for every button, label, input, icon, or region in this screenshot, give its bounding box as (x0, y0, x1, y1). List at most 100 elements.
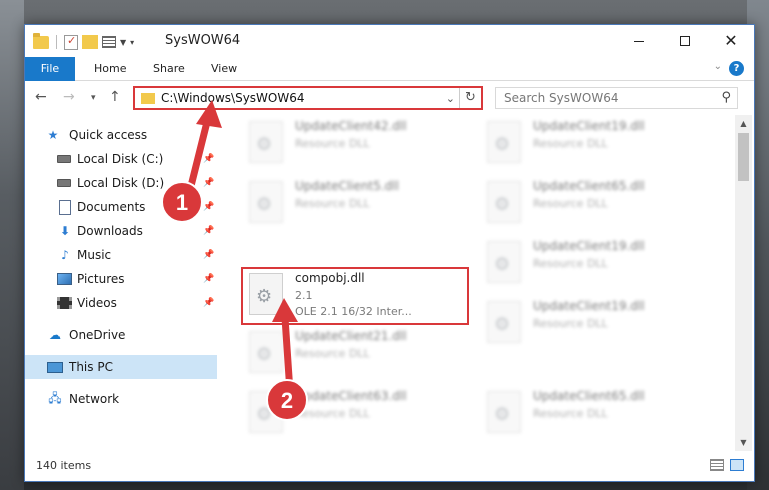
refresh-button[interactable]: ↻ (459, 88, 481, 108)
dll-file-icon (249, 331, 283, 373)
sidebar-item-network[interactable]: 🖧 Network (25, 387, 217, 411)
tab-view[interactable]: View (199, 57, 249, 81)
sidebar-item-label: Network (69, 392, 120, 406)
folder-icon (33, 32, 49, 49)
sidebar-item-local-disk-c[interactable]: Local Disk (C:) 📌 (25, 147, 217, 171)
file-type: Resource DLL (533, 197, 608, 210)
file-item[interactable]: UpdateClient19.dll Resource DLL (479, 297, 709, 353)
sidebar-item-videos[interactable]: Videos 📌 (25, 291, 217, 315)
properties-icon[interactable] (64, 34, 78, 50)
file-type: Resource DLL (295, 197, 370, 210)
pin-icon[interactable]: 📌 (203, 274, 214, 284)
hard-drive-icon (57, 179, 71, 187)
view-options-icon[interactable] (102, 36, 116, 48)
document-icon (59, 199, 71, 215)
address-bar[interactable]: C:\Windows\SysWOW64 ⌄ ↻ (133, 86, 483, 110)
dll-file-icon (487, 121, 521, 163)
tab-share[interactable]: Share (141, 57, 197, 81)
file-item[interactable]: UpdateClient63.dll Resource DLL (241, 387, 471, 443)
close-icon: ✕ (724, 31, 738, 50)
sidebar-item-label: Quick access (69, 128, 148, 142)
up-button[interactable]: ↑ (109, 89, 121, 105)
sidebar-item-onedrive[interactable]: ☁ OneDrive (25, 323, 217, 347)
dll-file-icon (487, 241, 521, 283)
pin-icon[interactable]: 📌 (203, 298, 214, 308)
expand-ribbon-icon[interactable]: ⌄ (714, 61, 722, 72)
file-list: UpdateClient42.dll Resource DLL UpdateCl… (217, 115, 735, 451)
sidebar-item-pictures[interactable]: Pictures 📌 (25, 267, 217, 291)
forward-button[interactable]: → (63, 89, 75, 105)
network-icon: 🖧 (48, 390, 62, 405)
file-item[interactable]: UpdateClient65.dll Resource DLL (479, 177, 709, 233)
tiles-view-icon[interactable] (730, 459, 744, 471)
file-item[interactable]: UpdateClient21.dll Resource DLL (241, 327, 471, 383)
file-type: Resource DLL (533, 137, 608, 150)
scroll-thumb[interactable] (738, 133, 749, 181)
item-count: 140 items (36, 459, 92, 472)
file-name: UpdateClient19.dll (533, 119, 645, 133)
file-item[interactable]: UpdateClient5.dll Resource DLL (241, 177, 471, 233)
file-name: UpdateClient65.dll (533, 389, 645, 403)
file-name: UpdateClient19.dll (533, 239, 645, 253)
navigation-pane: ★ Quick access Local Disk (C:) 📌 Local D… (25, 115, 217, 451)
video-icon (57, 297, 72, 309)
chevron-down-icon[interactable]: ▼ (120, 38, 126, 47)
pictures-icon (57, 273, 72, 285)
file-type: Resource DLL (295, 407, 370, 420)
hard-drive-icon (57, 155, 71, 163)
file-name: UpdateClient42.dll (295, 119, 407, 133)
tab-home[interactable]: Home (82, 57, 138, 81)
pin-icon[interactable]: 📌 (203, 226, 214, 236)
sidebar-item-label: Music (77, 248, 112, 262)
sidebar-item-label: Local Disk (C:) (77, 152, 164, 166)
search-icon[interactable]: ⚲ (721, 90, 731, 105)
details-view-icon[interactable] (710, 459, 724, 471)
quick-access-toolbar: ▼ ▾ (33, 32, 134, 51)
dll-file-icon (249, 391, 283, 433)
file-item[interactable]: UpdateClient42.dll Resource DLL (241, 117, 471, 173)
sidebar-item-quick-access[interactable]: ★ Quick access (25, 123, 217, 147)
highlight-box (241, 267, 469, 325)
new-folder-icon[interactable] (82, 35, 98, 49)
folder-icon (141, 93, 155, 104)
scroll-down-icon[interactable]: ▼ (735, 434, 752, 451)
sidebar-item-documents[interactable]: Documents 📌 (25, 195, 217, 219)
file-item[interactable]: UpdateClient19.dll Resource DLL (479, 237, 709, 293)
toolbar-separator (56, 35, 57, 49)
file-explorer-window: ▼ ▾ SysWOW64 ✕ File Home Share View ⌄ ? … (24, 24, 755, 482)
file-name: UpdateClient21.dll (295, 329, 407, 343)
dll-file-icon (487, 301, 521, 343)
file-type: Resource DLL (295, 137, 370, 150)
address-path[interactable]: C:\Windows\SysWOW64 (161, 91, 305, 105)
sidebar-item-downloads[interactable]: ⬇ Downloads 📌 (25, 219, 217, 243)
navigation-bar: ← → ▾ ↑ C:\Windows\SysWOW64 ⌄ ↻ Search S… (25, 81, 754, 115)
sidebar-item-this-pc[interactable]: This PC (25, 355, 217, 379)
tab-file[interactable]: File (25, 57, 75, 81)
help-icon[interactable]: ? (729, 61, 744, 76)
file-type: Resource DLL (533, 317, 608, 330)
pin-icon[interactable]: 📌 (203, 202, 214, 212)
scroll-up-icon[interactable]: ▲ (735, 115, 752, 132)
vertical-scrollbar[interactable]: ▲ ▼ (735, 115, 752, 451)
file-item[interactable]: UpdateClient65.dll Resource DLL (479, 387, 709, 443)
pin-icon[interactable]: 📌 (203, 250, 214, 260)
sidebar-item-local-disk-d[interactable]: Local Disk (D:) 📌 (25, 171, 217, 195)
maximize-button[interactable] (662, 25, 708, 57)
minimize-button[interactable] (616, 25, 662, 57)
sidebar-item-music[interactable]: ♪ Music 📌 (25, 243, 217, 267)
pin-icon[interactable]: 📌 (203, 178, 214, 188)
star-icon: ★ (47, 128, 59, 142)
file-item[interactable]: UpdateClient19.dll Resource DLL (479, 117, 709, 173)
recent-locations-button[interactable]: ▾ (91, 93, 96, 103)
close-button[interactable]: ✕ (708, 25, 754, 57)
file-name: UpdateClient63.dll (295, 389, 407, 403)
search-input[interactable]: Search SysWOW64 ⚲ (495, 87, 738, 109)
file-type: Resource DLL (295, 347, 370, 360)
desktop-background-left (0, 0, 24, 490)
back-button[interactable]: ← (35, 89, 47, 105)
window-title: SysWOW64 (165, 33, 241, 48)
chevron-down-icon[interactable]: ⌄ (446, 92, 455, 105)
pin-icon[interactable]: 📌 (203, 154, 214, 164)
file-type: Resource DLL (533, 257, 608, 270)
customize-toolbar-icon[interactable]: ▾ (130, 38, 134, 47)
